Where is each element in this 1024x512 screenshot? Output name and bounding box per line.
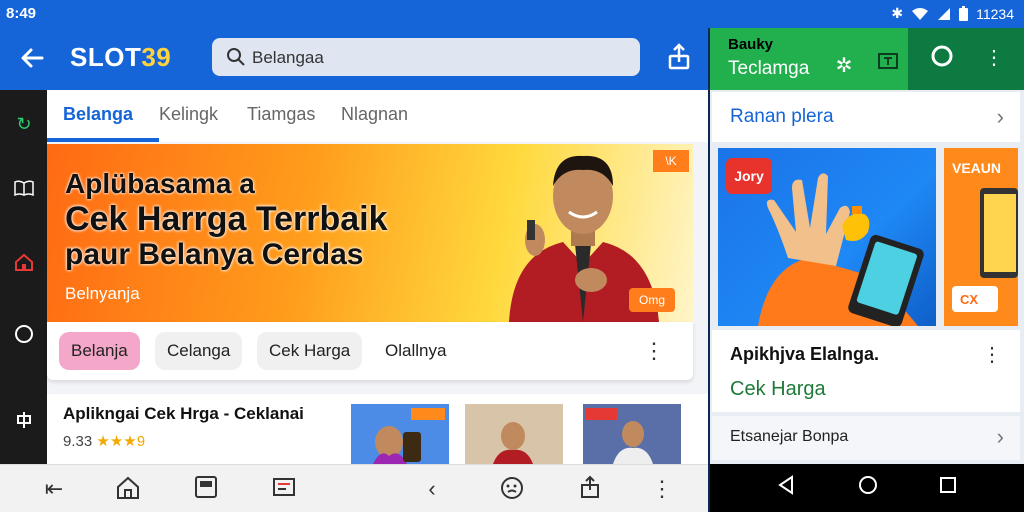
app-logo: SLOT39 xyxy=(70,42,171,73)
back-chevron-icon[interactable]: ‹ xyxy=(418,475,446,503)
exit-icon[interactable]: ⇤ xyxy=(40,475,68,503)
search-input[interactable]: Belangaa xyxy=(212,38,640,76)
logo-text: SLOT xyxy=(70,42,142,72)
thumbnail-1-image xyxy=(351,404,449,464)
right-more-vert-icon[interactable]: ⋮ xyxy=(980,44,1008,72)
thumbnail-2[interactable] xyxy=(465,404,563,464)
nav-back-icon[interactable] xyxy=(772,474,800,502)
banner-price-pill: Omg xyxy=(629,288,675,312)
promo-card-secondary[interactable]: VEAUN CX xyxy=(944,148,1018,326)
chevron-right-icon-2: › xyxy=(996,424,1004,449)
status-time: 8:49 xyxy=(6,5,37,22)
assistant-icon[interactable] xyxy=(498,475,526,503)
listing-title: Aplikngai Cek Hrga - Ceklanai xyxy=(63,404,304,423)
chip-celanga[interactable]: Celanga xyxy=(155,332,243,370)
tab-indicator xyxy=(47,138,159,142)
home-nav-icon[interactable] xyxy=(114,475,142,503)
wifi-icon xyxy=(912,7,929,20)
overflow-menu-icon[interactable]: ⋮ xyxy=(648,475,676,503)
info-more-vert-icon[interactable]: ⋮ xyxy=(982,342,1002,367)
secondary-card-phone-image xyxy=(952,188,1018,312)
nav-home-icon[interactable] xyxy=(854,474,882,502)
circle-icon[interactable] xyxy=(10,320,38,348)
home-icon[interactable] xyxy=(10,248,38,276)
notes-icon[interactable] xyxy=(270,475,298,503)
status-bar: 8:49 ✱ 11234 xyxy=(0,0,1024,28)
tag-icon[interactable] xyxy=(874,50,902,78)
tab-bar: Belanga Kelingk Tiamgas Nlagnan xyxy=(47,90,710,142)
banner-headline: Cek Harrga Terrbaik xyxy=(65,200,388,238)
right-header-line2: Teclamga xyxy=(728,58,810,79)
rating-stars: ★★★9 xyxy=(96,433,146,450)
more-vert-icon[interactable]: ⋮ xyxy=(643,338,665,364)
listing-rating: 9.33 ★★★9 xyxy=(63,432,145,450)
system-nav-bar xyxy=(710,464,1024,512)
share-nav-icon[interactable] xyxy=(576,475,604,503)
app-info-subtitle: Cek Harga xyxy=(730,378,826,400)
thumbnail-3-image xyxy=(583,404,681,464)
thumbnail-2-image xyxy=(465,404,563,464)
promo-banner[interactable]: Aplübasama a Cek Harrga Terrbaik paur Be… xyxy=(47,144,693,322)
status-clock-right: 11234 xyxy=(976,5,1014,22)
banner-line1: Aplübasama a xyxy=(65,168,255,199)
banner-line3: paur Belanya Cerdas xyxy=(65,238,364,271)
battery-icon xyxy=(959,6,969,21)
logo-number: 39 xyxy=(141,42,172,72)
right-header-panel: Bauky Teclamga ✲ xyxy=(710,28,908,90)
tab-window-icon[interactable] xyxy=(192,475,220,503)
nav-recents-icon[interactable] xyxy=(934,474,962,502)
share-icon[interactable] xyxy=(664,42,694,72)
thumbnail-1[interactable] xyxy=(351,404,449,464)
rating-value: 9.33 xyxy=(63,433,93,450)
search-icon xyxy=(227,48,245,66)
banner-corner-badge: \K xyxy=(653,150,689,172)
signal-icon xyxy=(938,7,951,20)
tab-kelingk[interactable]: Kelingk xyxy=(159,104,218,125)
app-bar: SLOT39 Belangaa xyxy=(0,28,710,90)
tab-nlagnan[interactable]: Nlagnan xyxy=(341,104,408,125)
right-header-line1: Bauky xyxy=(728,36,774,53)
tab-tiamgas[interactable]: Tiamgas xyxy=(247,104,315,125)
right-section-header[interactable]: Ranan plera › xyxy=(712,92,1020,142)
bottom-nav: ⇤ ‹ ⋮ xyxy=(0,464,710,512)
main-content: Belanga Kelingk Tiamgas Nlagnan Aplübasa… xyxy=(47,90,710,464)
chevron-right-icon: › xyxy=(996,104,1004,129)
sparkle-icon[interactable]: ✲ xyxy=(830,52,858,80)
brand-logo-badge: Jory xyxy=(726,158,772,194)
vibrate-icon: ✱ xyxy=(891,5,904,21)
right-app-body: Ranan plera › Jory VEAUN CX Apikhjva Ela… xyxy=(710,90,1024,464)
status-icons: ✱ 11234 xyxy=(891,5,1014,22)
banner-tag: Belnyanja xyxy=(65,284,140,303)
right-row-label: Etsanejar Bonpa xyxy=(730,428,849,445)
circle-button-icon[interactable] xyxy=(928,44,956,72)
thumbnail-3[interactable] xyxy=(583,404,681,464)
chip-olallnya[interactable]: Olallnya xyxy=(373,332,458,370)
secondary-card-pill: CX xyxy=(960,292,979,307)
app-info-card[interactable]: Apikhjva Elalnga. Cek Harga ⋮ xyxy=(712,330,1020,412)
grid-icon[interactable] xyxy=(10,406,38,434)
filter-chips: Belanja Celanga Cek Harga Olallnya ⋮ xyxy=(47,322,693,380)
promo-card-main[interactable]: Jory xyxy=(718,148,936,326)
chip-cek-harga[interactable]: Cek Harga xyxy=(257,332,363,370)
right-list-row[interactable]: Etsanejar Bonpa › xyxy=(712,416,1020,460)
chip-belanja[interactable]: Belanja xyxy=(59,332,140,370)
refresh-icon[interactable]: ↻ xyxy=(10,110,38,138)
back-arrow-icon[interactable] xyxy=(18,44,46,72)
side-rail: ↻ xyxy=(0,90,47,464)
tab-belanga[interactable]: Belanga xyxy=(63,104,133,125)
right-app-header: Bauky Teclamga ✲ ⋮ xyxy=(710,28,1024,90)
app-info-title: Apikhjva Elalnga. xyxy=(730,344,880,364)
right-section-title: Ranan plera xyxy=(730,106,834,127)
search-value: Belangaa xyxy=(252,48,324,67)
list-item[interactable]: Aplikngai Cek Hrga - Ceklanai 9.33 ★★★9 xyxy=(47,394,710,464)
book-icon[interactable] xyxy=(10,174,38,202)
